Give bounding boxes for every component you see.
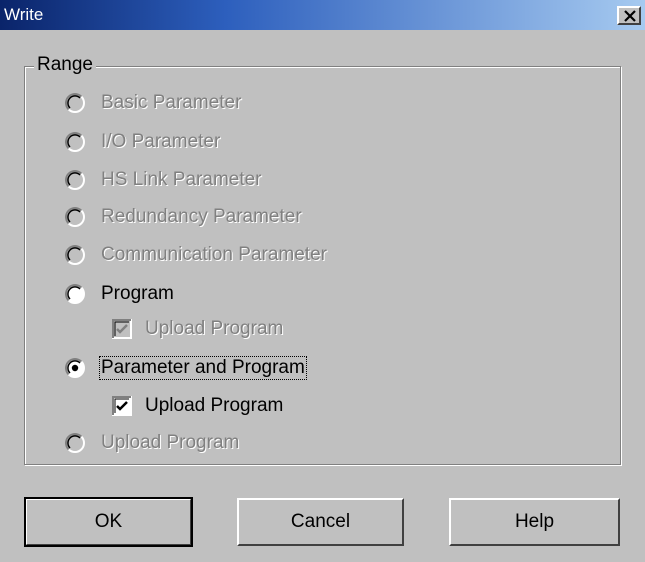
radio-label: Basic Parameter: [101, 92, 242, 113]
window-title: Write: [4, 5, 44, 24]
radio-io-parameter[interactable]: I/O Parameter: [64, 127, 221, 157]
radio-selected-icon: [64, 357, 85, 378]
radio-label: HS Link Parameter: [101, 169, 262, 190]
radio-program[interactable]: Program: [64, 279, 175, 309]
radio-unselected-icon: [64, 131, 85, 152]
checkbox-program-upload[interactable]: Upload Program: [112, 314, 284, 344]
title-bar: Write: [0, 0, 645, 30]
radio-label: I/O Parameter: [101, 131, 221, 152]
ok-button[interactable]: OK: [24, 497, 193, 547]
radio-unselected-icon: [64, 283, 85, 304]
radio-basic-parameter[interactable]: Basic Parameter: [64, 88, 242, 118]
radio-parameter-and-program[interactable]: Parameter and Program: [64, 353, 307, 383]
checkbox-checked-icon: [112, 396, 132, 416]
radio-redundancy-parameter[interactable]: Redundancy Parameter: [64, 202, 303, 232]
checkbox-label: Upload Program: [145, 395, 284, 416]
radio-unselected-icon: [64, 169, 85, 190]
radio-upload-program[interactable]: Upload Program: [64, 428, 240, 458]
radio-unselected-icon: [64, 244, 85, 265]
checkbox-checked-icon: [112, 319, 132, 339]
close-button[interactable]: [617, 6, 641, 25]
radio-label: Program: [101, 283, 174, 304]
radio-unselected-icon: [64, 206, 85, 227]
radio-label: Redundancy Parameter: [101, 206, 302, 227]
radio-communication-parameter[interactable]: Communication Parameter: [64, 240, 328, 270]
close-icon: [624, 10, 636, 22]
checkbox-param-program-upload[interactable]: Upload Program: [112, 391, 284, 421]
radio-unselected-icon: [64, 432, 85, 453]
cancel-button[interactable]: Cancel: [237, 498, 404, 546]
radio-label: Communication Parameter: [101, 244, 327, 265]
checkbox-label: Upload Program: [145, 318, 284, 339]
help-button[interactable]: Help: [449, 498, 620, 546]
radio-label: Parameter and Program: [99, 356, 307, 380]
range-group-label: Range: [34, 53, 96, 77]
radio-label: Upload Program: [101, 432, 240, 453]
radio-unselected-icon: [64, 92, 85, 113]
radio-hs-link-parameter[interactable]: HS Link Parameter: [64, 165, 263, 195]
